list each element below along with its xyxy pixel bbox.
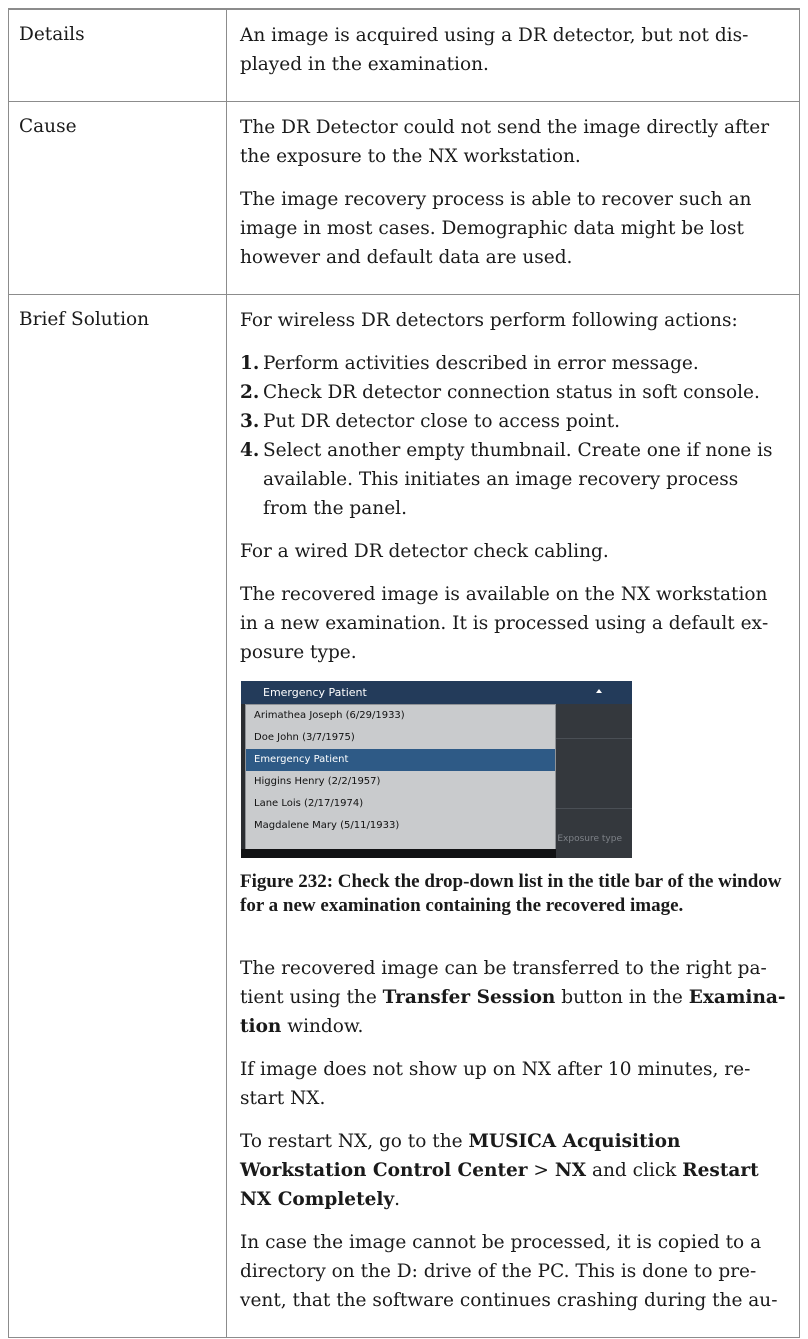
- exposure-type-label: Exposure type: [557, 834, 622, 844]
- text-run: button in the: [555, 987, 689, 1008]
- dropdown-option-emergency[interactable]: Emergency Patient: [246, 749, 555, 771]
- list-item: 4. Select another empty thumbnail. Create…: [240, 436, 786, 523]
- brief-solution-label: Brief Solution: [8, 294, 227, 1338]
- wired-note: For a wired DR detector check cabling.: [240, 541, 609, 562]
- cause-cell: The DR Detector could not send the image…: [226, 101, 800, 295]
- troubleshooting-table: Details An image is acquired using a DR …: [8, 8, 800, 1338]
- row-details: Details An image is acquired using a DR …: [8, 8, 800, 102]
- dropdown-option-magdalene[interactable]: Magdalene Mary (5/11/1933): [246, 815, 555, 837]
- list-item: 1. Perform activities described in error …: [240, 349, 786, 378]
- dropdown-selected-value: Emergency Patient: [263, 686, 367, 699]
- list-item: 3. Put DR detector close to access point.: [240, 407, 786, 436]
- text-run: .: [394, 1189, 401, 1210]
- dropdown-option-doe[interactable]: Doe John (3/7/1975): [246, 727, 555, 749]
- restart-note: To restart NX, go to the MUSICA Acquisit…: [240, 1127, 786, 1214]
- chevron-up-icon: [596, 689, 602, 693]
- transfer-session-term: Transfer Session: [382, 987, 556, 1008]
- step-text: Check DR detector connection status in s…: [263, 382, 760, 403]
- recovered-note: The recovered image is available on the …: [240, 584, 769, 663]
- row-cause: Cause The DR Detector could not send the…: [8, 101, 800, 295]
- patient-dropdown-list: Arimathea Joseph (6/29/1933) Doe John (3…: [245, 704, 556, 851]
- footer-bar: [241, 849, 556, 858]
- text-run: To restart NX, go to the: [240, 1131, 469, 1152]
- nx-term: NX: [554, 1160, 587, 1181]
- step-text: Perform activities described in error me…: [263, 353, 699, 374]
- dropdown-option-arimathea[interactable]: Arimathea Joseph (6/29/1933): [246, 705, 555, 727]
- divider: [556, 808, 632, 809]
- step-number: 4.: [240, 440, 260, 461]
- cause-label: Cause: [8, 101, 227, 295]
- no-show-note: If image does not show up on NX after 10…: [240, 1059, 751, 1109]
- cause-paragraph-2: The image recovery process is able to re…: [240, 189, 752, 268]
- text-run: and click: [586, 1160, 683, 1181]
- cause-paragraph-1: The DR Detector could not send the image…: [240, 117, 770, 167]
- figure-caption: Figure 232: Check the drop-down list in …: [240, 871, 782, 916]
- dropdown-option-higgins[interactable]: Higgins Henry (2/2/1957): [246, 771, 555, 793]
- figure-screenshot: Emergency Patient Arimathea Joseph (6/29…: [241, 681, 632, 858]
- details-cell: An image is acquired using a DR detector…: [226, 8, 800, 102]
- solution-intro: For wireless DR detectors perform follow…: [240, 310, 738, 331]
- row-brief-solution: Brief Solution For wireless DR detectors…: [8, 294, 800, 1338]
- transfer-note: The recovered image can be transferred t…: [240, 954, 786, 1041]
- cannot-process-note: In case the image cannot be processed, i…: [240, 1232, 778, 1311]
- list-item: 2. Check DR detector connection status in…: [240, 378, 786, 407]
- step-number: 1.: [240, 353, 260, 374]
- step-number: 2.: [240, 382, 260, 403]
- step-text: Select another empty thumbnail. Create o…: [263, 440, 773, 519]
- brief-solution-cell: For wireless DR detectors perform follow…: [226, 294, 800, 1338]
- patient-dropdown-header[interactable]: Emergency Patient: [241, 681, 632, 704]
- details-text: An image is acquired using a DR detector…: [240, 25, 749, 75]
- solution-steps-list: 1. Perform activities described in error …: [240, 349, 786, 523]
- details-label: Details: [8, 8, 227, 102]
- dropdown-option-lane[interactable]: Lane Lois (2/17/1974): [246, 793, 555, 815]
- step-number: 3.: [240, 411, 260, 432]
- divider: [556, 738, 632, 739]
- text-run: window.: [281, 1016, 364, 1037]
- step-text: Put DR detector close to access point.: [263, 411, 621, 432]
- text-run: >: [527, 1160, 555, 1181]
